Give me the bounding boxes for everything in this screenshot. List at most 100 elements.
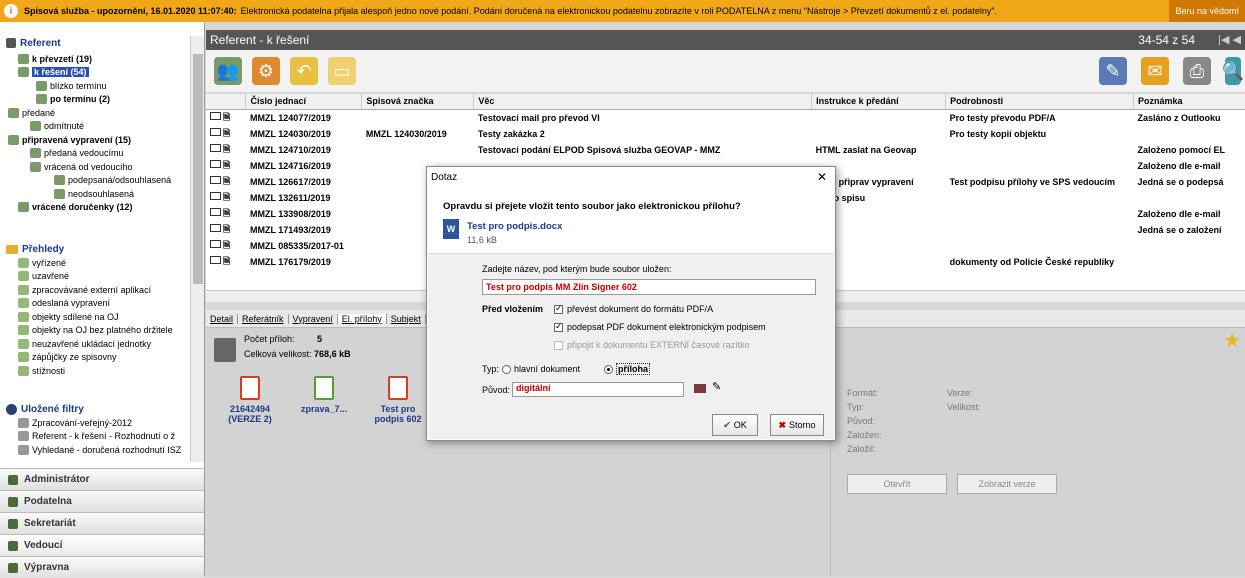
gear-icon[interactable]: ⚙: [252, 57, 280, 85]
sidebar-item-referent[interactable]: neodsouhlasená: [0, 187, 190, 201]
name-input[interactable]: Test pro podpis MM Zlín Signer 602: [482, 279, 816, 295]
sidebar-item-prehled[interactable]: zápůjčky ze spisovny: [0, 351, 190, 365]
prehledy-tree: vyřízené uzavřené zpracovávané externí apl…: [0, 256, 190, 378]
sidebar-scrollbar[interactable]: [190, 36, 204, 462]
ok-button[interactable]: ✔ OK: [712, 414, 758, 436]
sidebar-item-prehled[interactable]: zpracovávané externí aplikací: [0, 283, 190, 297]
table-row[interactable]: 🗎 MMZL 124077/2019 Testovací mail pro přev…: [206, 109, 1245, 126]
opt-sign[interactable]: podepsat PDF dokument elektronickým podp…: [554, 321, 766, 333]
sidebar-item-referent[interactable]: odmítnuté: [0, 120, 190, 134]
tree-node-icon: [30, 121, 41, 132]
tree-node-icon: [30, 148, 41, 159]
tree-node-icon: [18, 67, 29, 78]
sidebar-item-referent[interactable]: k převzetí (19): [0, 52, 190, 66]
column-header[interactable]: [206, 94, 247, 110]
sidebar-item-label: uzavřené: [32, 271, 70, 282]
person-icon: [8, 474, 18, 485]
sidebar-item-prehled[interactable]: vyřízené: [0, 256, 190, 270]
table-cell: MMZL 171493/2019: [249, 224, 331, 235]
sidebar-item-label: podepsaná/odsouhlasená: [68, 175, 172, 186]
column-header[interactable]: Poznámka: [1133, 94, 1245, 110]
edit-icon[interactable]: ✎: [1099, 57, 1127, 85]
return-icon[interactable]: ↶: [290, 57, 318, 85]
sidebar-item-prehled[interactable]: neuzavřené ukládací jednotky: [0, 337, 190, 351]
sidebar-item-filtr[interactable]: Referent - k řešení - Rozhodnutí o ž: [0, 430, 190, 444]
pager-text: 34-54 z 54: [1138, 33, 1195, 47]
opt-pdfa[interactable]: převést dokument do formátu PDF/A: [554, 303, 713, 315]
table-cell: [1134, 238, 1245, 254]
users-icon[interactable]: 👥: [214, 57, 242, 85]
referent-header[interactable]: Referent: [0, 34, 61, 52]
sidebar-item-label: stížnosti: [32, 365, 66, 376]
attachment-properties: Formát: Typ: Původ: Založen: Založil: Verze:…: [830, 380, 1245, 576]
sidebar-item-referent[interactable]: k řešení (54): [0, 66, 190, 80]
column-header[interactable]: Podrobnosti: [945, 94, 1135, 110]
sidebar-item-referent[interactable]: připravená vypravení (15): [0, 133, 190, 147]
role-button[interactable]: Sekretariát: [0, 512, 204, 534]
column-header[interactable]: Věc: [473, 94, 813, 110]
table-cell: Jedná se o podepsá: [1137, 176, 1224, 187]
calendar-icon[interactable]: [694, 384, 706, 393]
sidebar-item-referent[interactable]: předaná vedoucímu: [0, 147, 190, 161]
sidebar-item-prehled[interactable]: objekty na OJ bez platného držitele: [0, 324, 190, 338]
table-cell: MMZL 133908/2019: [249, 208, 331, 219]
close-icon[interactable]: ✕: [817, 170, 827, 184]
column-header[interactable]: Číslo jednací: [245, 94, 363, 110]
show-versions-button[interactable]: Zobrazit verze: [957, 474, 1057, 494]
tree-node-icon: [18, 298, 29, 309]
typ-priloha-radio[interactable]: příloha: [604, 363, 651, 375]
table-cell: Založeno dle e-mail: [1137, 208, 1221, 219]
attachment-item[interactable]: zprava_7...: [294, 376, 354, 424]
tab-2[interactable]: Vypravení: [289, 313, 338, 324]
storno-button[interactable]: ✖ Storno: [770, 414, 824, 436]
column-header[interactable]: Spisová značka: [361, 94, 475, 110]
column-header[interactable]: Instrukce k předání: [811, 94, 947, 110]
sidebar-item-prehled[interactable]: odeslaná vypravení: [0, 297, 190, 311]
tab-1[interactable]: Referátník: [238, 313, 289, 324]
sidebar-item-filtr[interactable]: Vyhledané - doručená rozhodnutí ISZ: [0, 443, 190, 457]
sidebar-item-referent[interactable]: podepsaná/odsouhlasená: [0, 174, 190, 188]
sidebar-item-prehled[interactable]: uzavřené: [0, 270, 190, 284]
table-row[interactable]: 🗎 MMZL 124710/2019 Testovací podání ELPOD …: [206, 142, 1245, 158]
print-icon[interactable]: ⎙: [1183, 57, 1211, 85]
search-icon[interactable]: 🔍: [1222, 57, 1244, 85]
role-button[interactable]: Administrátor: [0, 468, 204, 490]
mail-icon[interactable]: ✉: [1141, 57, 1169, 85]
role-button[interactable]: Vedoucí: [0, 534, 204, 556]
sidebar-item-referent[interactable]: blízko termínu: [0, 79, 190, 93]
tab-0[interactable]: Detail: [206, 313, 239, 324]
tab-4[interactable]: Subjekt: [387, 313, 426, 324]
opt-timestamp[interactable]: připojit k dokumentu EXTERNÍ časové razí…: [554, 340, 750, 351]
role-label: Vedoucí: [24, 540, 63, 551]
table-cell: Testovací mail pro převod VI: [477, 112, 600, 123]
sidebar-item-label: neuzavřené ukládací jednotky: [32, 338, 152, 349]
property-label: Velikost:: [947, 402, 981, 412]
filter-icon: [18, 417, 29, 428]
role-button[interactable]: Výpravna: [0, 556, 204, 578]
typ-hlavni-radio[interactable]: hlavní dokument: [502, 364, 580, 375]
table-row[interactable]: 🗎 MMZL 124030/2019 MMZL 124030/2019 Testy z…: [206, 126, 1245, 142]
open-button[interactable]: Otevřít: [847, 474, 947, 494]
sidebar-item-prehled[interactable]: stížnosti: [0, 364, 190, 378]
tab-3[interactable]: El. přílohy: [337, 313, 387, 324]
pencil-icon[interactable]: ✎: [712, 380, 721, 393]
dialog-form: Zadejte název, pod kterým bude soubor ul…: [428, 253, 834, 439]
acknowledge-button[interactable]: Beru na vědomí: [1169, 0, 1245, 22]
puvod-input[interactable]: digitální: [512, 382, 684, 397]
attachment-item[interactable]: 21642494 (VERZE 2): [220, 376, 280, 424]
sidebar-item-label: vrácená od vedoucího: [44, 161, 133, 172]
sidebar-item-referent[interactable]: vrácené doručenky (12): [0, 201, 190, 215]
sidebar-item-label: připravená vypravení (15): [22, 134, 132, 145]
folder-open-icon[interactable]: ▭: [328, 57, 356, 85]
table-cell: [362, 142, 474, 158]
sidebar-item-referent[interactable]: vrácená od vedoucího: [0, 160, 190, 174]
star-icon[interactable]: ★: [1223, 328, 1241, 353]
sidebar-item-referent[interactable]: po termínu (2): [0, 93, 190, 107]
sidebar-item-referent[interactable]: předané: [0, 106, 190, 120]
sidebar-item-prehled[interactable]: objekty sdílené na OJ: [0, 310, 190, 324]
sidebar-item-label: objekty sdílené na OJ: [32, 311, 119, 322]
role-button[interactable]: Podatelna: [0, 490, 204, 512]
pager-nav[interactable]: |◀ ◀: [1218, 33, 1241, 46]
sidebar-item-filtr[interactable]: Zpracování-veřejný-2012: [0, 416, 190, 430]
attachment-item[interactable]: Test pro podpis 602: [368, 376, 428, 424]
